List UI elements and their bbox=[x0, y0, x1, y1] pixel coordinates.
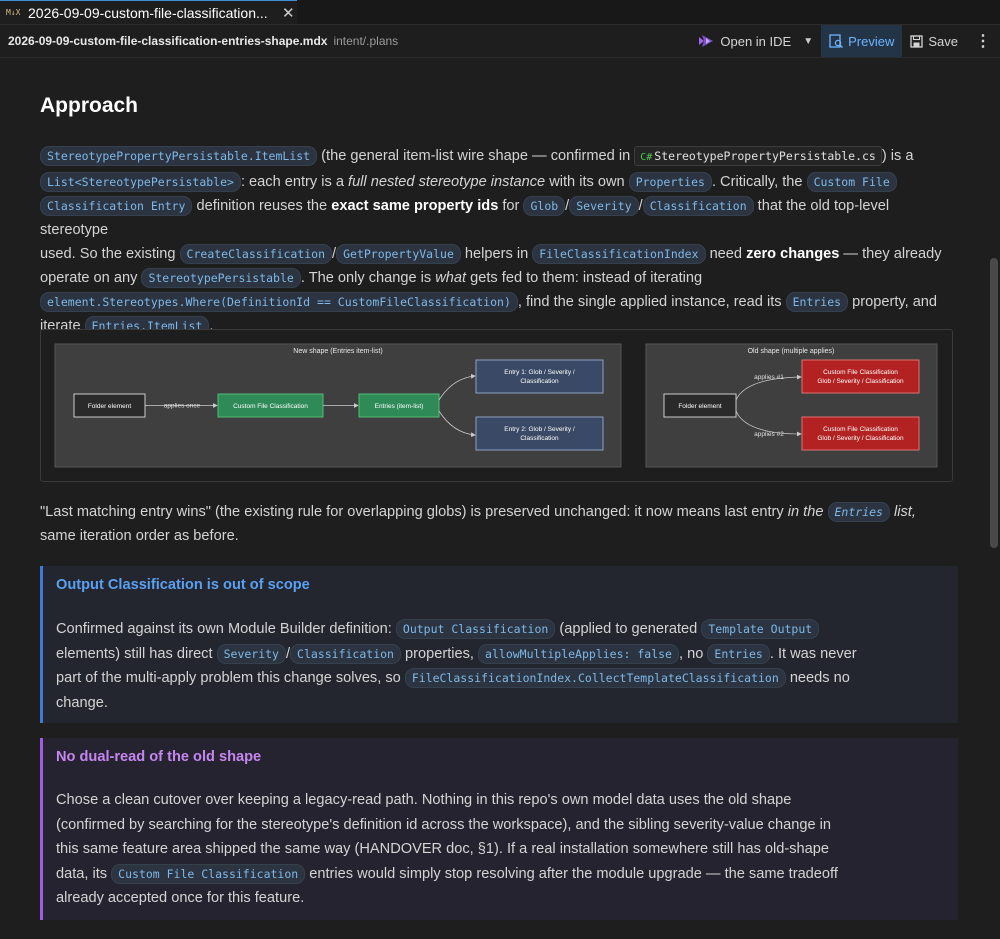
file-path: intent/.plans bbox=[333, 34, 399, 48]
inline-code: Classification bbox=[642, 196, 754, 216]
mermaid-diagram: New shape (Entries item-list) Folder ele… bbox=[40, 329, 953, 482]
mdx-file-icon: M↓X bbox=[6, 8, 21, 17]
inline-code: Custom File bbox=[806, 172, 897, 192]
approach-paragraph: StereotypePropertyPersistable.ItemList (… bbox=[40, 146, 942, 336]
tab-title: 2026-09-09-custom-file-classification... bbox=[28, 4, 268, 21]
inline-code: FileClassificationIndex bbox=[532, 244, 706, 264]
inline-code: Severity bbox=[216, 643, 286, 664]
inline-code: Properties bbox=[628, 172, 712, 192]
entry2-node bbox=[475, 416, 604, 451]
csharp-file-icon: C# bbox=[640, 152, 653, 163]
callout-output-classification: Output Classification is out of scope Co… bbox=[40, 566, 958, 723]
entries-node-label: Entries (item-list) bbox=[375, 403, 424, 410]
inline-code: Custom File Classification bbox=[111, 863, 306, 884]
preview-icon bbox=[829, 34, 844, 48]
more-options-button[interactable]: ⋮ bbox=[966, 25, 1000, 57]
inline-code: FileClassificationIndex.CollectTemplateC… bbox=[404, 668, 786, 688]
inline-code: Template Output bbox=[701, 619, 820, 639]
markdown-preview: Approach StereotypePropertyPersistable.I… bbox=[0, 58, 988, 939]
inline-code: Entries bbox=[827, 502, 890, 522]
toolbar-actions: Open in IDE ▼ Preview Save ⋮ bbox=[690, 25, 1000, 57]
file-name: 2026-09-09-custom-file-classification-en… bbox=[8, 34, 328, 48]
entry2-label: Entry 2: Glob / Severity / bbox=[504, 426, 575, 433]
entry1-node bbox=[475, 359, 604, 394]
edge-label: applies #1 bbox=[754, 374, 784, 381]
inline-code: Severity bbox=[569, 196, 639, 216]
inline-code: StereotypePersistable bbox=[141, 268, 301, 288]
save-icon bbox=[910, 34, 924, 48]
more-icon: ⋮ bbox=[975, 33, 991, 50]
visual-studio-icon bbox=[699, 35, 714, 47]
chevron-down-icon[interactable]: ▼ bbox=[803, 36, 813, 47]
inline-code: Classification bbox=[290, 643, 401, 664]
inline-code: Output Classification bbox=[395, 619, 556, 639]
cfc-old-label: Custom File Classification bbox=[823, 369, 898, 376]
callout-title: No dual-read of the old shape bbox=[56, 749, 262, 765]
inline-code: Classification Entry bbox=[40, 196, 193, 216]
callout-body: Chose a clean cutover over keeping a leg… bbox=[56, 792, 838, 906]
inline-code: List<StereotypePersistable> bbox=[40, 172, 241, 192]
last-match-paragraph: "Last matching entry wins" (the existing… bbox=[40, 502, 916, 544]
inline-code: Glob bbox=[523, 196, 566, 216]
cfc-old-label: Custom File Classification bbox=[823, 426, 898, 433]
file-reference[interactable]: C# StereotypePropertyPersistable.cs bbox=[634, 146, 882, 166]
tab-bar: M↓X 2026-09-09-custom-file-classificatio… bbox=[0, 0, 1000, 25]
folder-node-label: Folder element bbox=[88, 403, 132, 410]
open-in-ide-button[interactable]: Open in IDE ▼ bbox=[690, 25, 821, 57]
callout-no-dual-read: No dual-read of the old shape Chose a cl… bbox=[40, 738, 958, 920]
callout-body: Confirmed against its own Module Builder… bbox=[56, 619, 857, 711]
diagram-svg: New shape (Entries item-list) Folder ele… bbox=[54, 343, 938, 468]
entry2-label: Classification bbox=[520, 435, 559, 442]
save-label: Save bbox=[928, 33, 958, 49]
open-in-ide-label: Open in IDE bbox=[720, 33, 792, 49]
section-heading: Approach bbox=[40, 94, 139, 117]
new-shape-title: New shape (Entries item-list) bbox=[293, 348, 382, 355]
folder-node-label: Folder element bbox=[678, 403, 722, 410]
inline-code: Entries bbox=[707, 643, 770, 664]
scrollbar-thumb[interactable] bbox=[990, 258, 998, 548]
cfc-old-node-2 bbox=[801, 416, 920, 451]
cfc-node-label: Custom File Classification bbox=[233, 403, 308, 410]
cfc-old-label: Glob / Severity / Classification bbox=[817, 435, 904, 442]
entry1-label: Entry 1: Glob / Severity / bbox=[504, 369, 575, 376]
inline-code: GetPropertyValue bbox=[336, 244, 461, 264]
preview-button[interactable]: Preview bbox=[821, 25, 903, 57]
cfc-old-label: Glob / Severity / Classification bbox=[817, 378, 904, 385]
save-button[interactable]: Save bbox=[902, 25, 966, 57]
inline-code: Entries bbox=[785, 292, 849, 312]
cfc-old-node-1 bbox=[801, 359, 920, 394]
entry1-label: Classification bbox=[520, 378, 559, 385]
edge-label: applies once bbox=[164, 403, 201, 410]
edge-label: applies #2 bbox=[754, 431, 784, 438]
editor-toolbar: 2026-09-09-custom-file-classification-en… bbox=[0, 25, 1000, 58]
close-icon[interactable]: ✕ bbox=[282, 4, 295, 22]
inline-code: element.Stereotypes.Where(DefinitionId =… bbox=[40, 292, 518, 312]
inline-code: StereotypePropertyPersistable.ItemList bbox=[40, 146, 318, 166]
old-shape-title: Old shape (multiple applies) bbox=[748, 348, 835, 355]
inline-code: CreateClassification bbox=[179, 244, 333, 264]
preview-label: Preview bbox=[848, 33, 895, 49]
callout-title: Output Classification is out of scope bbox=[56, 577, 310, 593]
tab-active-file[interactable]: M↓X 2026-09-09-custom-file-classificatio… bbox=[0, 0, 297, 24]
inline-code: allowMultipleApplies: false bbox=[478, 643, 679, 664]
